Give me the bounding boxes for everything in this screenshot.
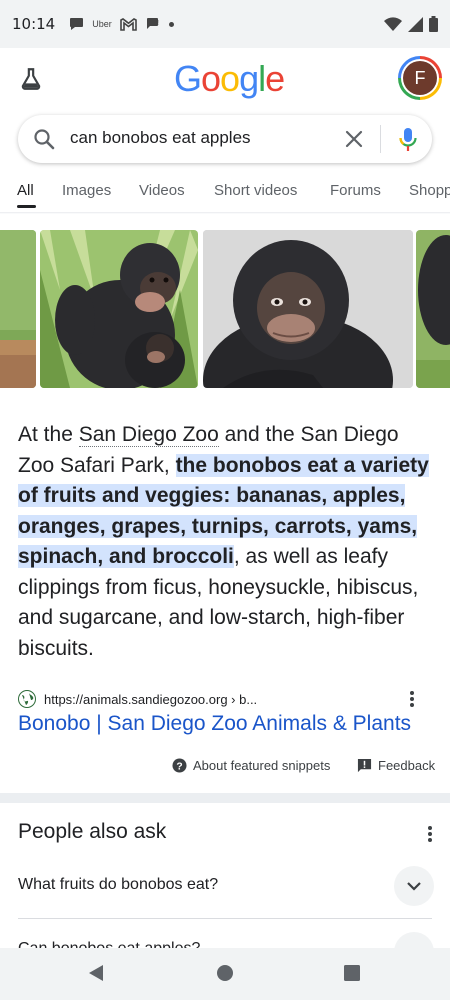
paa-expand-button-1[interactable]	[394, 866, 434, 906]
about-label: About featured snippets	[193, 758, 331, 773]
google-logo[interactable]: Google	[174, 58, 285, 100]
chevron-down-icon	[407, 882, 421, 891]
result-more-options-icon[interactable]	[410, 691, 414, 707]
home-icon[interactable]	[217, 965, 233, 981]
tab-short-videos[interactable]: Short videos	[214, 182, 297, 199]
tab-shopping[interactable]: Shopping	[409, 182, 450, 199]
about-featured-snippets-button[interactable]: ? About featured snippets	[172, 758, 330, 773]
status-time: 10:14	[12, 15, 56, 33]
search-input[interactable]: can bonobos eat apples	[70, 128, 251, 148]
back-icon[interactable]	[88, 964, 104, 982]
header: Google F	[0, 48, 450, 110]
san-diego-zoo-link[interactable]: San Diego Zoo	[78, 423, 219, 447]
image-carousel[interactable]	[0, 230, 450, 388]
tabs-divider	[0, 212, 450, 214]
paa-question-1[interactable]: What fruits do bonobos eat?	[18, 876, 218, 894]
microphone-icon[interactable]	[394, 125, 422, 153]
message-alert-icon: !	[146, 18, 159, 29]
feedback-button[interactable]: Feedback	[357, 758, 435, 773]
labs-flask-icon[interactable]	[18, 66, 44, 92]
active-tab-indicator	[17, 205, 36, 208]
battery-icon	[429, 16, 438, 32]
svg-text:?: ?	[176, 761, 182, 772]
recents-icon[interactable]	[344, 965, 360, 981]
signal-icon	[408, 16, 423, 32]
image-result-3[interactable]	[203, 230, 413, 388]
help-circle-icon: ?	[172, 758, 187, 773]
result-title-link[interactable]: Bonobo | San Diego Zoo Animals & Plants	[18, 712, 411, 736]
featured-snippet-text: At the San Diego Zoo and the San Diego Z…	[18, 420, 438, 664]
status-right	[384, 16, 438, 32]
tab-all[interactable]: All	[17, 182, 34, 199]
paa-more-options-icon[interactable]	[428, 826, 432, 842]
system-nav-bar	[0, 948, 450, 1000]
tab-forums[interactable]: Forums	[330, 182, 381, 199]
clear-icon[interactable]	[342, 127, 366, 151]
site-favicon-icon	[18, 690, 36, 708]
wifi-icon	[384, 16, 402, 31]
notification-icons: Uber !	[69, 17, 174, 31]
result-url[interactable]: https://animals.sandiegozoo.org › b...	[44, 692, 257, 707]
tab-videos[interactable]: Videos	[139, 182, 185, 199]
search-divider	[380, 125, 381, 153]
account-avatar[interactable]: F	[398, 56, 442, 100]
uber-icon: Uber	[92, 19, 112, 29]
result-source[interactable]: https://animals.sandiegozoo.org › b...	[18, 688, 432, 710]
search-tabs: All Images Videos Short videos Forums Sh…	[0, 172, 450, 212]
more-notifications-dot-icon	[168, 21, 174, 27]
search-icon	[34, 129, 55, 150]
people-also-ask-title: People also ask	[18, 820, 167, 843]
image-result-1[interactable]	[0, 230, 36, 388]
snippet-text-1: At the	[18, 423, 79, 446]
avatar-initial: F	[403, 61, 437, 95]
tab-images[interactable]: Images	[62, 182, 111, 199]
status-bar: 10:14 Uber !	[0, 0, 450, 48]
svg-text:!: !	[157, 20, 159, 27]
section-divider	[0, 793, 450, 803]
gmail-icon	[119, 17, 137, 31]
image-result-2[interactable]	[40, 230, 198, 388]
feedback-label: Feedback	[378, 758, 436, 773]
paa-divider	[18, 918, 432, 919]
feedback-icon	[357, 758, 372, 773]
search-box[interactable]: can bonobos eat apples	[18, 115, 432, 163]
chat-bubble-icon	[70, 18, 84, 30]
image-result-4[interactable]	[416, 230, 450, 388]
